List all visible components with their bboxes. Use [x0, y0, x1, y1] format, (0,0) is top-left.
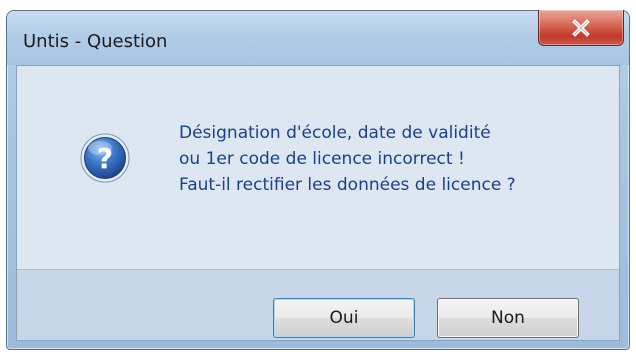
window-title: Untis - Question	[23, 31, 168, 52]
close-icon	[572, 18, 590, 37]
no-button[interactable]: Non	[437, 298, 579, 338]
dialog-body: ? Désignation d'école, date de validité …	[16, 65, 620, 341]
button-bar: Oui Non	[17, 269, 619, 340]
message-line-2: ou 1er code de licence incorrect !	[179, 149, 465, 169]
close-button[interactable]	[538, 10, 624, 46]
message-text: Désignation d'école, date de validité ou…	[179, 120, 516, 198]
title-bar[interactable]: Untis - Question	[7, 10, 629, 65]
message-line-3: Faut-il rectifier les données de licence…	[179, 175, 516, 195]
svg-text:?: ?	[97, 142, 113, 175]
dialog-window: Untis - Question ? Désignation d'école, …	[6, 10, 630, 350]
message-area: ? Désignation d'école, date de validité …	[17, 66, 619, 269]
question-icon: ?	[80, 133, 130, 183]
message-line-1: Désignation d'école, date de validité	[179, 123, 491, 143]
yes-button[interactable]: Oui	[273, 298, 415, 338]
